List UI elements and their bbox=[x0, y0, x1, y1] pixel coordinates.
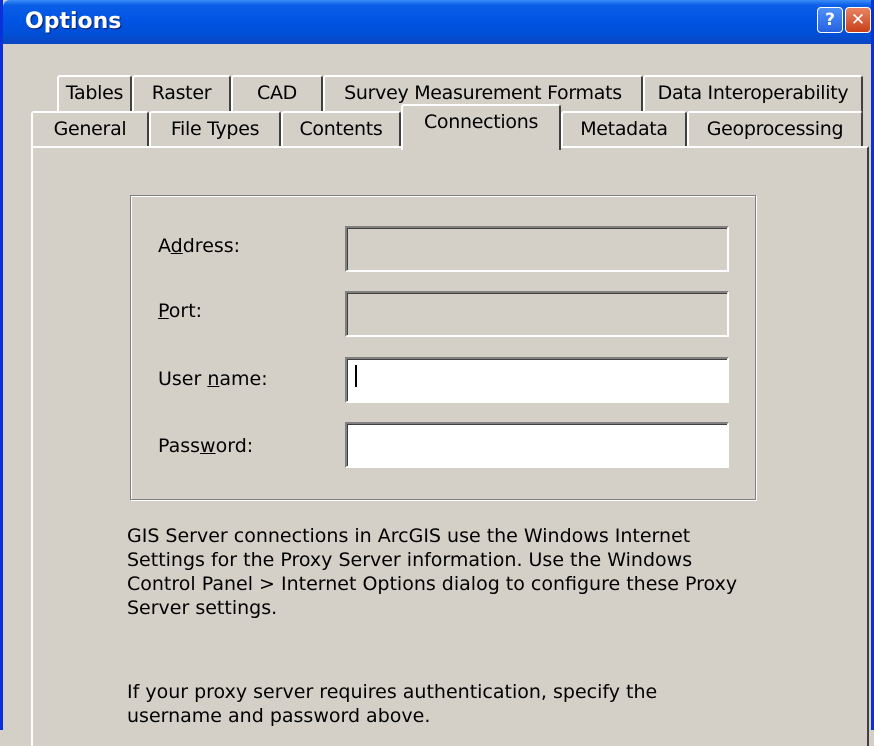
tab-connections[interactable]: Connections bbox=[401, 104, 561, 150]
tab-label: Data Interoperability bbox=[657, 82, 849, 104]
tab-label: Raster bbox=[151, 82, 212, 104]
options-dialog: Options ? ✕ Tables Raster CAD Survey Mea… bbox=[0, 0, 874, 746]
password-label: Password: bbox=[158, 435, 254, 457]
port-label: Port: bbox=[158, 300, 203, 322]
tab-label: General bbox=[53, 118, 127, 140]
proxy-info-text: GIS Server connections in ArcGIS use the… bbox=[127, 525, 738, 619]
tab-label: Geoprocessing bbox=[706, 118, 844, 140]
tab-data-interoperability[interactable]: Data Interoperability bbox=[643, 75, 863, 113]
tab-label: Metadata bbox=[580, 118, 668, 140]
auth-info-text: If your proxy server requires authentica… bbox=[127, 681, 658, 727]
address-label: Address: bbox=[158, 235, 241, 257]
help-button[interactable]: ? bbox=[817, 7, 843, 33]
username-field[interactable] bbox=[345, 357, 729, 403]
tab-general[interactable]: General bbox=[31, 111, 149, 149]
tab-contents[interactable]: Contents bbox=[281, 111, 401, 149]
username-label: User name: bbox=[158, 368, 268, 390]
tab-label: File Types bbox=[170, 118, 260, 140]
tab-label: Survey Measurement Formats bbox=[344, 82, 622, 104]
window-title: Options bbox=[25, 9, 122, 34]
password-field[interactable] bbox=[345, 422, 729, 468]
help-icon: ? bbox=[825, 10, 835, 30]
tab-geoprocessing[interactable]: Geoprocessing bbox=[687, 111, 863, 149]
tab-cad[interactable]: CAD bbox=[231, 75, 323, 113]
tab-raster[interactable]: Raster bbox=[132, 75, 231, 113]
close-button[interactable]: ✕ bbox=[845, 7, 871, 33]
text-caret bbox=[355, 365, 357, 387]
address-field[interactable] bbox=[345, 226, 729, 272]
tab-label: Tables bbox=[65, 82, 124, 104]
tab-tables[interactable]: Tables bbox=[57, 75, 132, 113]
close-icon: ✕ bbox=[850, 10, 866, 30]
title-bar[interactable]: Options ? ✕ bbox=[3, 0, 871, 44]
tab-label: Connections bbox=[423, 111, 539, 133]
tab-label: CAD bbox=[257, 82, 297, 104]
tab-label: Contents bbox=[299, 118, 383, 140]
port-field[interactable] bbox=[345, 291, 729, 337]
tab-file-types[interactable]: File Types bbox=[149, 111, 281, 149]
tab-metadata[interactable]: Metadata bbox=[561, 111, 687, 149]
